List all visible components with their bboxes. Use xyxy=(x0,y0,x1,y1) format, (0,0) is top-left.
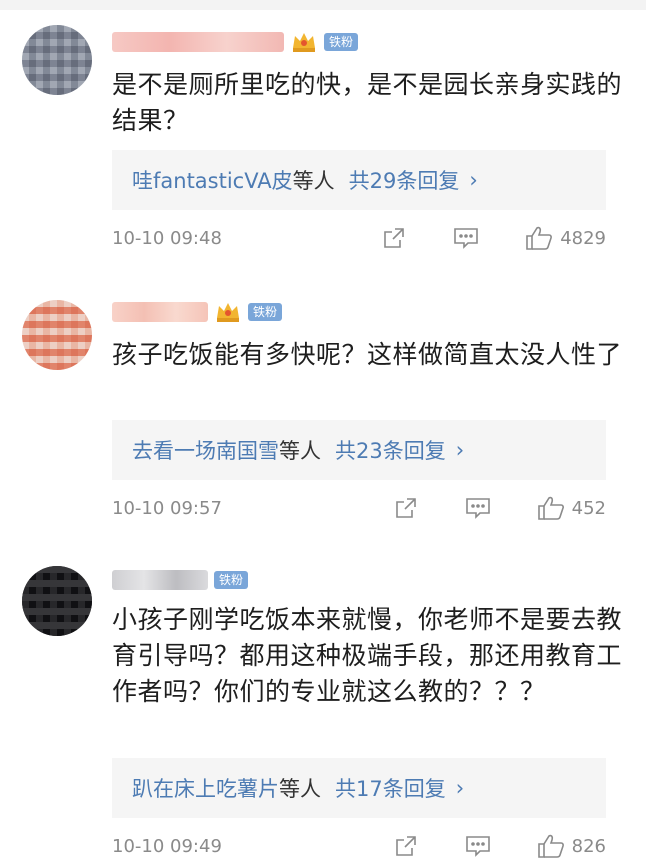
like-count: 452 xyxy=(571,497,606,519)
comment-meta: 10-10 09:49 826 xyxy=(112,830,606,862)
comment-item: 铁粉 孩子吃饭能有多快呢？这样做简直太没人性了 去看一场南国雪 等人 共23条回… xyxy=(0,270,646,560)
comment-text: 小孩子刚学吃饭本来就慢，你老师不是要去教育引导吗？都用这种极端手段，那还用教育工… xyxy=(112,605,623,706)
action-bar: 4829 xyxy=(380,224,606,252)
reply-connector: 等人 xyxy=(279,777,321,801)
username-blurred[interactable] xyxy=(112,32,284,52)
reply-users[interactable]: 去看一场南国雪 xyxy=(132,435,279,465)
username-row: 铁粉 xyxy=(112,566,249,594)
comment-meta: 10-10 09:48 4829 xyxy=(112,222,606,254)
chevron-right-icon: › xyxy=(469,168,478,192)
thumbs-up-icon[interactable] xyxy=(536,832,566,860)
thumbs-up-icon[interactable] xyxy=(524,224,554,252)
thumbs-up-icon[interactable] xyxy=(536,494,566,522)
comment-icon[interactable] xyxy=(452,224,480,252)
comment-item: 铁粉 是不是厕所里吃的快，是不是园长亲身实践的结果？ 哇fantasticVA皮… xyxy=(0,0,646,270)
reply-users[interactable]: 哇fantasticVA皮 xyxy=(132,165,293,195)
reply-summary[interactable]: 趴在床上吃薯片 等人 共17条回复 › xyxy=(112,758,606,818)
reply-connector: 等人 xyxy=(292,169,335,193)
username-row: 铁粉 xyxy=(112,298,283,326)
like-count: 4829 xyxy=(560,227,606,249)
crown-icon xyxy=(290,30,318,54)
avatar[interactable] xyxy=(22,300,92,370)
share-icon[interactable] xyxy=(380,224,408,252)
comment-text: 是不是厕所里吃的快，是不是园长亲身实践的结果？ xyxy=(112,70,623,135)
comment-text: 孩子吃饭能有多快呢？这样做简直太没人性了 xyxy=(112,340,623,369)
action-bar: 826 xyxy=(392,832,606,860)
comment-meta: 10-10 09:57 452 xyxy=(112,492,606,524)
fan-badge: 铁粉 xyxy=(324,33,359,51)
share-icon[interactable] xyxy=(392,832,420,860)
chevron-right-icon: › xyxy=(455,438,465,462)
reply-count[interactable]: 共23条回复 xyxy=(335,435,446,465)
action-bar: 452 xyxy=(392,494,606,522)
share-icon[interactable] xyxy=(392,494,420,522)
avatar[interactable] xyxy=(22,25,92,95)
reply-users[interactable]: 趴在床上吃薯片 xyxy=(132,773,279,803)
timestamp: 10-10 09:57 xyxy=(112,497,222,519)
reply-connector: 等人 xyxy=(279,439,321,463)
like-count: 826 xyxy=(571,835,606,857)
crown-icon xyxy=(214,300,242,324)
comment-icon[interactable] xyxy=(464,494,492,522)
avatar[interactable] xyxy=(22,566,92,636)
reply-count[interactable]: 共17条回复 xyxy=(335,773,446,803)
username-blurred[interactable] xyxy=(112,302,208,322)
fan-badge: 铁粉 xyxy=(248,303,283,321)
reply-count[interactable]: 共29条回复 xyxy=(349,165,460,195)
reply-summary[interactable]: 哇fantasticVA皮 等人 共29条回复 › xyxy=(112,150,606,210)
timestamp: 10-10 09:49 xyxy=(112,835,222,857)
comment-icon[interactable] xyxy=(464,832,492,860)
reply-summary[interactable]: 去看一场南国雪 等人 共23条回复 › xyxy=(112,420,606,480)
username-blurred[interactable] xyxy=(112,570,208,590)
comment-item: 铁粉 小孩子刚学吃饭本来就慢，你老师不是要去教育引导吗？都用这种极端手段，那还用… xyxy=(0,560,646,863)
chevron-right-icon: › xyxy=(455,776,465,800)
username-row: 铁粉 xyxy=(112,28,359,56)
fan-badge: 铁粉 xyxy=(214,571,249,589)
timestamp: 10-10 09:48 xyxy=(112,227,222,249)
